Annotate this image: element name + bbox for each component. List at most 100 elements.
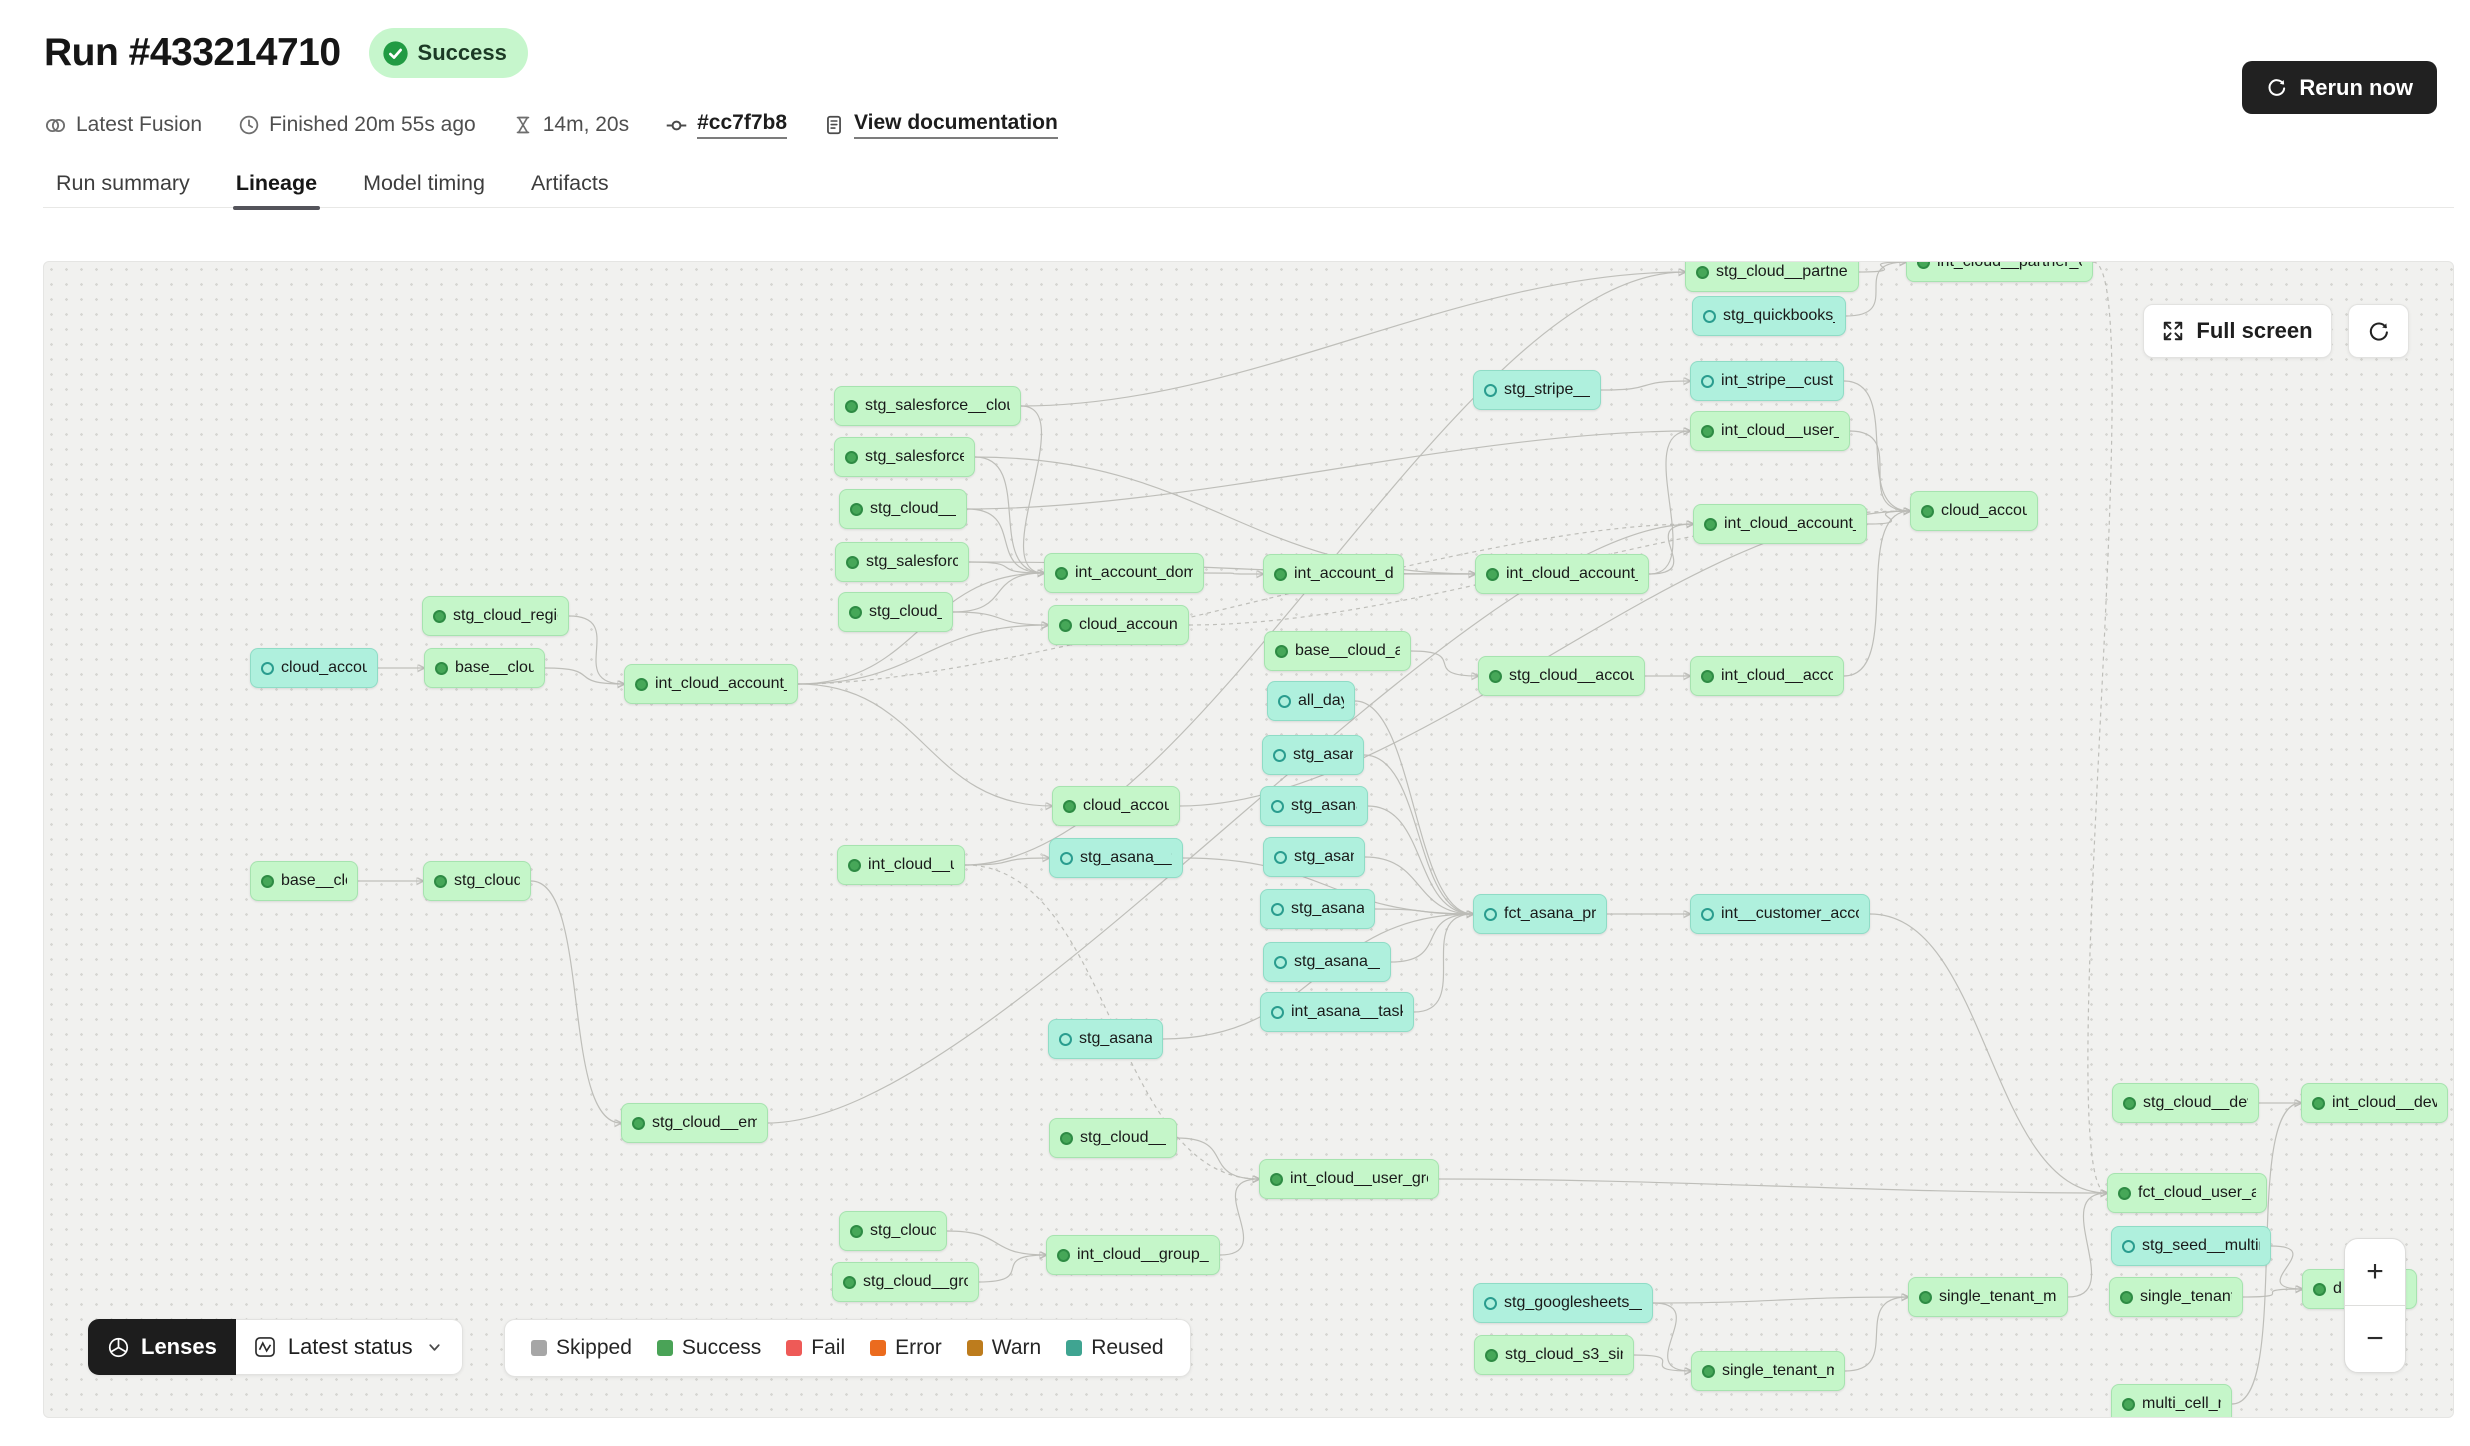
rerun-now-label: Rerun now [2299, 75, 2413, 101]
lineage-node[interactable]: base__cloud_… [424, 648, 545, 688]
lineage-node[interactable]: int_cloud_account__m… [624, 664, 798, 704]
reused-status-icon [1273, 749, 1286, 762]
lineage-node[interactable]: int_asana__task_s… [1260, 992, 1414, 1032]
lineage-node[interactable]: stg_cloud__… [838, 592, 953, 632]
lineage-node[interactable]: stg_asana__pr… [1263, 942, 1391, 982]
node-label: base__cloud_… [455, 659, 534, 677]
lineage-node[interactable]: int__customer_account… [1690, 894, 1870, 934]
reused-status-icon [1274, 851, 1287, 864]
lineage-node[interactable]: fct_asana_proj… [1473, 894, 1607, 934]
legend-swatch [967, 1340, 983, 1356]
lineage-node[interactable]: cloud_account… [1910, 491, 2038, 531]
view-documentation-link[interactable]: View documentation [854, 111, 1058, 139]
lineage-node[interactable]: single_tenant_mapp… [1908, 1277, 2068, 1317]
reused-status-icon [1271, 903, 1284, 916]
lineage-node[interactable]: stg_asana__… [1048, 1019, 1163, 1059]
lineage-node[interactable]: stg_asana… [1263, 837, 1365, 877]
lineage-node[interactable]: single_tenant_… [2109, 1277, 2243, 1317]
lenses-button[interactable]: Lenses [88, 1319, 236, 1375]
refresh-lineage-button[interactable] [2348, 304, 2409, 358]
lineage-node[interactable]: stg_cloud__us… [1049, 1118, 1177, 1158]
full-screen-button[interactable]: Full screen [2143, 304, 2332, 358]
lineage-node[interactable]: int_cloud__accoun… [1690, 656, 1844, 696]
page-header: Run #433214710 Success [44, 28, 528, 78]
lineage-node[interactable]: cloud_account… [1052, 786, 1180, 826]
document-icon [823, 114, 845, 136]
success-status-icon [1055, 567, 1068, 580]
lineage-node[interactable]: int_cloud__us… [837, 845, 965, 885]
lineage-node[interactable]: int_cloud__user_ac… [1690, 411, 1850, 451]
lineage-node[interactable]: stg_cloud__email… [621, 1103, 768, 1143]
lineage-node[interactable]: single_tenant_map… [1691, 1351, 1845, 1391]
lineage-node[interactable]: stg_asana__tas… [1049, 838, 1183, 878]
lineage-node[interactable]: stg_cloud__group… [832, 1262, 979, 1302]
engine-meta-label: Latest Fusion [76, 113, 202, 137]
lineage-node[interactable]: int_cloud_account_ma… [1693, 504, 1867, 544]
lineage-node[interactable]: stg_cloud_… [839, 1211, 947, 1251]
tab-model-timing[interactable]: Model timing [363, 171, 485, 196]
lineage-node[interactable]: stg_cloud_region… [422, 596, 569, 636]
lineage-node[interactable]: int_account_dom… [1263, 554, 1404, 594]
lineage-node[interactable]: int_cloud_account_ma… [1475, 554, 1649, 594]
lens-select[interactable]: Latest status [236, 1319, 463, 1375]
lineage-node[interactable]: cloud_accounts_… [1048, 605, 1189, 645]
success-status-icon [848, 859, 861, 872]
commit-meta: #cc7f7b8 [665, 111, 787, 139]
tab-artifacts[interactable]: Artifacts [531, 171, 609, 196]
lineage-node[interactable]: all_days [1267, 681, 1355, 721]
lineage-node[interactable]: stg_googlesheets__sin… [1473, 1283, 1653, 1323]
lineage-node[interactable]: multi_cell_m… [2111, 1384, 2232, 1418]
status-legend: SkippedSuccessFailErrorWarnReused [504, 1319, 1191, 1377]
lineage-node[interactable]: fct_cloud_user_acc… [2107, 1173, 2267, 1213]
lineage-node[interactable]: stg_seed__multireg… [2111, 1226, 2271, 1266]
success-status-icon [2123, 1097, 2136, 1110]
node-label: base__cloud_acco… [1295, 642, 1400, 660]
lineage-node[interactable]: int_cloud__user_group… [1259, 1159, 1439, 1199]
rerun-now-button[interactable]: Rerun now [2242, 61, 2437, 114]
lineage-node[interactable]: stg_salesforce… [835, 542, 969, 582]
lineage-node[interactable]: stg_cloud__partner_c… [1685, 261, 1859, 292]
lineage-node[interactable]: stg_asana… [1262, 735, 1364, 775]
duration-meta-label: 14m, 20s [543, 113, 629, 137]
zoom-in-button[interactable]: + [2345, 1239, 2405, 1305]
zoom-out-button[interactable]: − [2345, 1306, 2405, 1372]
lineage-node[interactable]: cloud_account… [250, 648, 378, 688]
lineage-node[interactable]: stg_salesforce_… [834, 437, 975, 477]
lineage-canvas[interactable]: stg_cloud__partner_c… int_cloud__partner_… [43, 261, 2454, 1418]
tab-run-summary[interactable]: Run summary [56, 171, 190, 196]
lineage-node[interactable]: int_stripe__custo… [1690, 361, 1844, 401]
lineage-node[interactable]: base__cloud_acco… [1264, 631, 1411, 671]
lineage-node[interactable]: stg_cloud_s3_singl… [1474, 1335, 1634, 1375]
success-status-icon [849, 606, 862, 619]
success-status-icon [846, 556, 859, 569]
lineage-node[interactable]: stg_cloud__accounts… [1478, 656, 1645, 696]
lineage-node[interactable]: stg_asana_… [1260, 786, 1368, 826]
success-status-icon [2313, 1283, 2326, 1296]
lineage-node[interactable]: stg_cloud__us… [839, 489, 967, 529]
success-status-icon [1921, 505, 1934, 518]
tab-lineage[interactable]: Lineage [236, 171, 317, 196]
lineage-node[interactable]: int_cloud__partner_con… [1906, 261, 2093, 282]
commit-link[interactable]: #cc7f7b8 [697, 111, 787, 139]
lineage-node[interactable]: int_cloud__devel… [2301, 1083, 2448, 1123]
node-label: stg_asana__tas… [1080, 849, 1172, 867]
legend-item-warn: Warn [967, 1336, 1041, 1360]
success-status-icon [843, 1276, 856, 1289]
clock-icon [238, 114, 260, 136]
lineage-node[interactable]: stg_cloud_… [423, 861, 531, 901]
lineage-node[interactable]: int_account_domain… [1044, 553, 1204, 593]
lineage-node[interactable]: stg_asana__… [1260, 889, 1375, 929]
success-status-icon [1701, 425, 1714, 438]
finished-meta-label: Finished 20m 55s ago [269, 113, 476, 137]
node-label: stg_asana__… [1079, 1030, 1152, 1048]
reused-status-icon [1484, 1297, 1497, 1310]
lineage-node[interactable]: stg_quickbooks__a… [1692, 296, 1846, 336]
lineage-node[interactable]: stg_cloud__devel… [2112, 1083, 2259, 1123]
lineage-node[interactable]: int_cloud__group_per… [1046, 1235, 1220, 1275]
lineage-node[interactable]: stg_salesforce__cloud_… [834, 386, 1021, 426]
reused-status-icon [2122, 1240, 2135, 1253]
node-label: stg_asana_… [1291, 797, 1357, 815]
node-label: stg_googlesheets__sin… [1504, 1294, 1642, 1312]
lineage-node[interactable]: base__clou… [250, 861, 358, 901]
lineage-node[interactable]: stg_stripe__c… [1473, 370, 1601, 410]
